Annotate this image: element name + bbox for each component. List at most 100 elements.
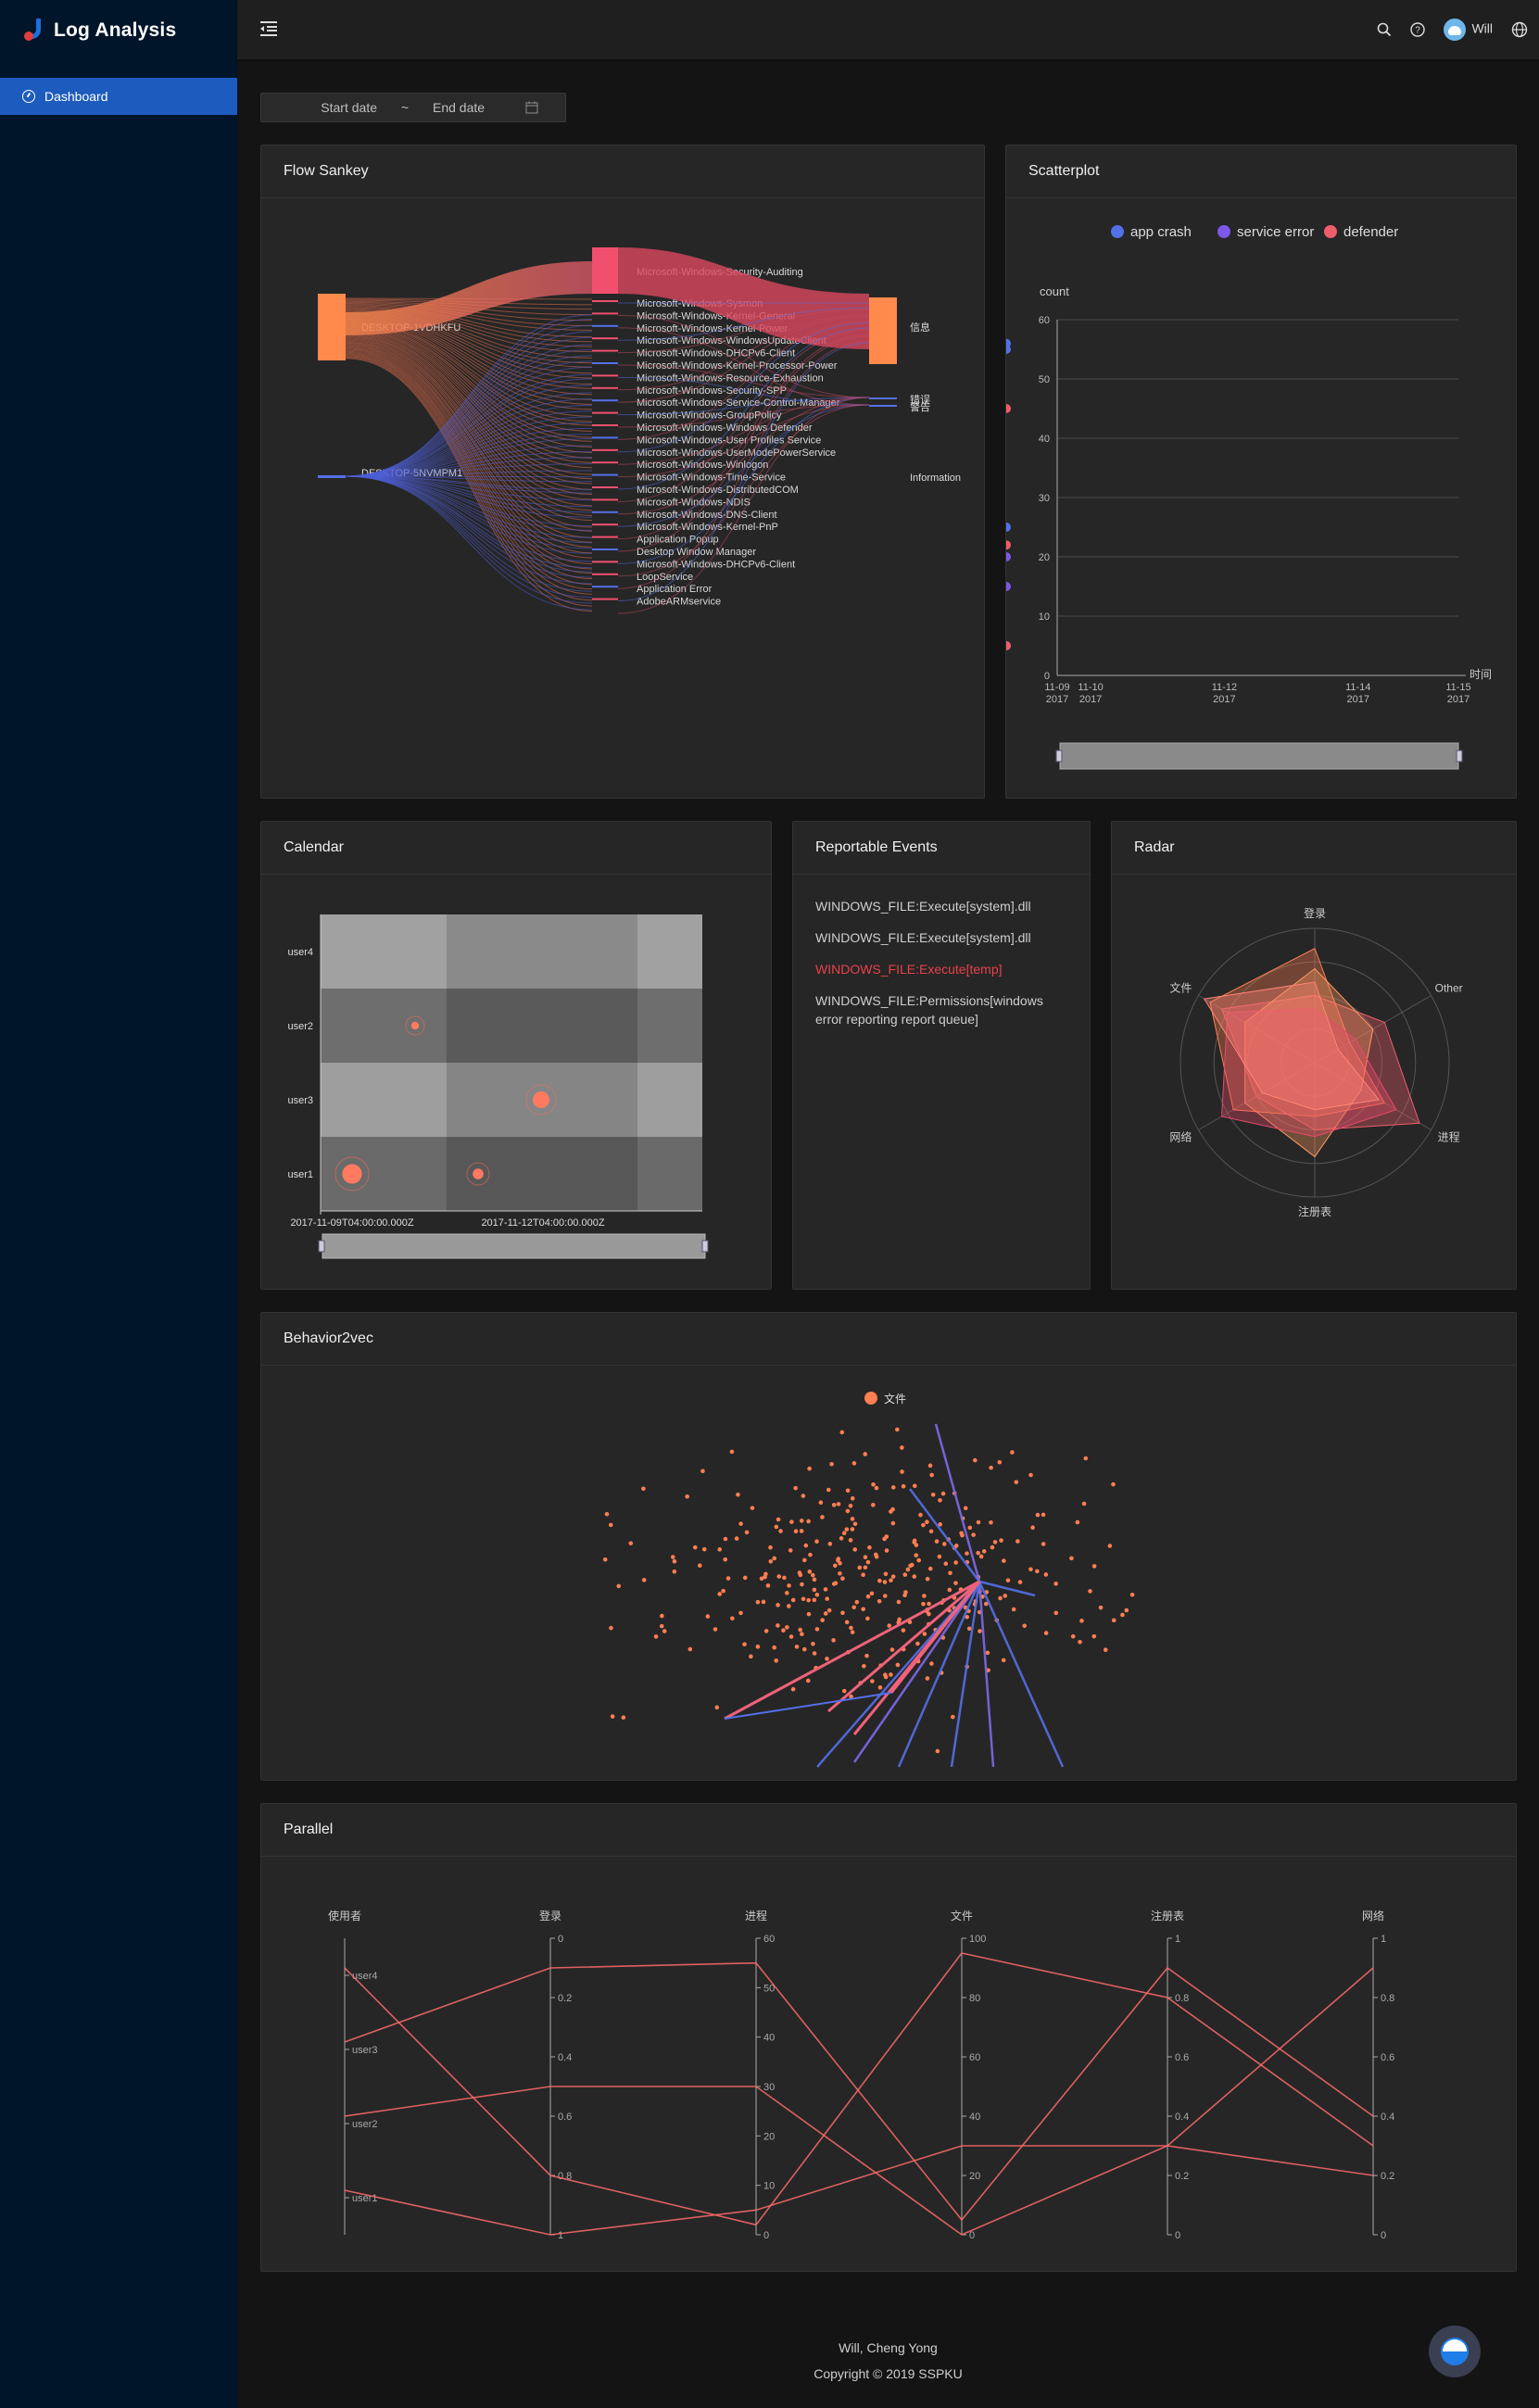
globe-icon[interactable] [1511,21,1528,38]
sankey-chart[interactable]: DESKTOP-1VDHKFUDESKTOP-5NVMPM1Microsoft-… [261,145,986,800]
embedding-point [845,1488,851,1494]
sankey-node-middle [592,473,618,476]
axis-tick-label: 0.6 [558,2112,572,2123]
embedding-point [989,1465,993,1470]
sankey-link [345,475,593,549]
y-tick-label: 20 [1039,552,1050,563]
event-item[interactable]: WINDOWS_FILE:Execute[temp] [815,960,1067,978]
embedding-point [934,1539,940,1544]
axis-tick-label: 20 [763,2131,775,2142]
axis-name: 文件 [951,1909,973,1923]
embedding-point [967,1525,973,1531]
embedding-point [789,1519,794,1524]
embedding-point [641,1486,646,1492]
user-menu[interactable]: Will [1444,19,1493,41]
embedding-point [871,1503,876,1507]
embedding-point [978,1629,982,1633]
embedding-point [799,1519,804,1523]
embedding-point [826,1607,832,1613]
embedding-point [839,1536,844,1541]
embedding-point [935,1748,940,1754]
embedding-point [829,1461,834,1467]
embedding-point [912,1483,917,1489]
radar-chart[interactable]: 登录 Other 进程注册表 网络 文件 [1112,822,1518,1291]
question-icon[interactable]: ? [1410,22,1426,37]
embedding-point [723,1557,728,1562]
embedding-point [882,1594,888,1598]
embedding-point [927,1601,931,1607]
embedding-point [850,1630,855,1634]
embedding-point [861,1572,865,1578]
data-point [1006,523,1011,532]
embedding-point [921,1601,926,1607]
embedding-point [831,1503,837,1507]
calendar-cell [637,1063,702,1137]
sankey-node-middle [592,598,618,600]
embedding-point [1070,1633,1076,1639]
embedding-point [938,1498,942,1503]
axis-tick-label: 80 [969,1993,980,2004]
embedding-point [890,1520,896,1526]
embedding-point [877,1598,882,1604]
embedding-point [812,1651,817,1656]
scatter-chart[interactable]: app crash service error defender count 时间 0 10… [1006,145,1518,800]
embedding-point [1103,1647,1108,1653]
sankey-node-middle [592,498,618,501]
embedding-point [790,1597,796,1603]
zoom-slider [322,1233,706,1259]
embedding-point [807,1570,813,1574]
embedding-point [884,1548,889,1553]
embedding-point [812,1577,817,1582]
sankey-node-middle [592,424,618,426]
embedding-point [848,1503,853,1508]
parallel-chart[interactable]: 使用者user1user2user3user4登录00.20.40.60.81进… [261,1804,1518,2273]
event-item[interactable]: WINDOWS_FILE:Execute[system].dll [815,897,1067,915]
app-title: Log Analysis [54,19,177,41]
sankey-node-middle [592,349,618,352]
embedding-point [851,1461,857,1466]
event-item[interactable]: WINDOWS_FILE:Execute[system].dll [815,928,1067,947]
menu-fold-icon[interactable] [260,20,277,37]
calendar-chart[interactable]: user4 user2 user3 user1 2017-11-09T04:00:00.… [261,822,773,1291]
sankey-node-middle [592,324,618,327]
sidebar-item-dashboard[interactable]: Dashboard [0,78,237,115]
embedding-point [1041,1542,1046,1546]
embedding-point [985,1650,990,1656]
embedding-point [953,1560,958,1565]
embedding-point [742,1642,747,1646]
embedding-point [820,1515,825,1519]
embedding-point [836,1502,841,1507]
axis-tick-label: 0 [1175,2230,1180,2241]
bubble [533,1091,549,1108]
date-range-picker[interactable]: Start date ~ End date [260,93,566,122]
start-date-input[interactable]: Start date [261,100,377,115]
behavior-chart[interactable]: 文件 [261,1313,1518,1782]
x-tick-label: 2017 [1213,694,1235,705]
embedding-point [948,1570,952,1576]
embedding-point [628,1541,634,1545]
embedding-point [889,1578,893,1582]
embedding-point [604,1511,610,1517]
parallel-line [344,2145,1374,2236]
embedding-point [772,1645,776,1650]
embedding-point [808,1552,813,1557]
app-logo[interactable]: Log Analysis [22,17,176,44]
sankey-node-middle [592,374,618,377]
sankey-target-label: 信息 [910,321,930,334]
search-icon[interactable] [1377,22,1392,37]
embedding-point [887,1623,892,1628]
x-tick-label: 2017 [1046,694,1068,705]
theme-toggle-button[interactable] [1429,2326,1481,2377]
embedding-point [827,1542,833,1546]
embedding-point [787,1604,791,1608]
calendar-cell [637,1137,702,1211]
sankey-middle-label: Microsoft-Windows-Resource-Exhaustion [637,372,824,384]
embedding-point [849,1625,853,1631]
embedding-point [1083,1456,1089,1461]
event-item[interactable]: WINDOWS_FILE:Permissions[windows error r… [815,991,1067,1028]
embedding-point [774,1524,779,1530]
sankey-target-label: Information [910,473,961,484]
end-date-input[interactable]: End date [433,100,525,115]
embedding-point [697,1563,702,1569]
bubble [410,1021,420,1030]
